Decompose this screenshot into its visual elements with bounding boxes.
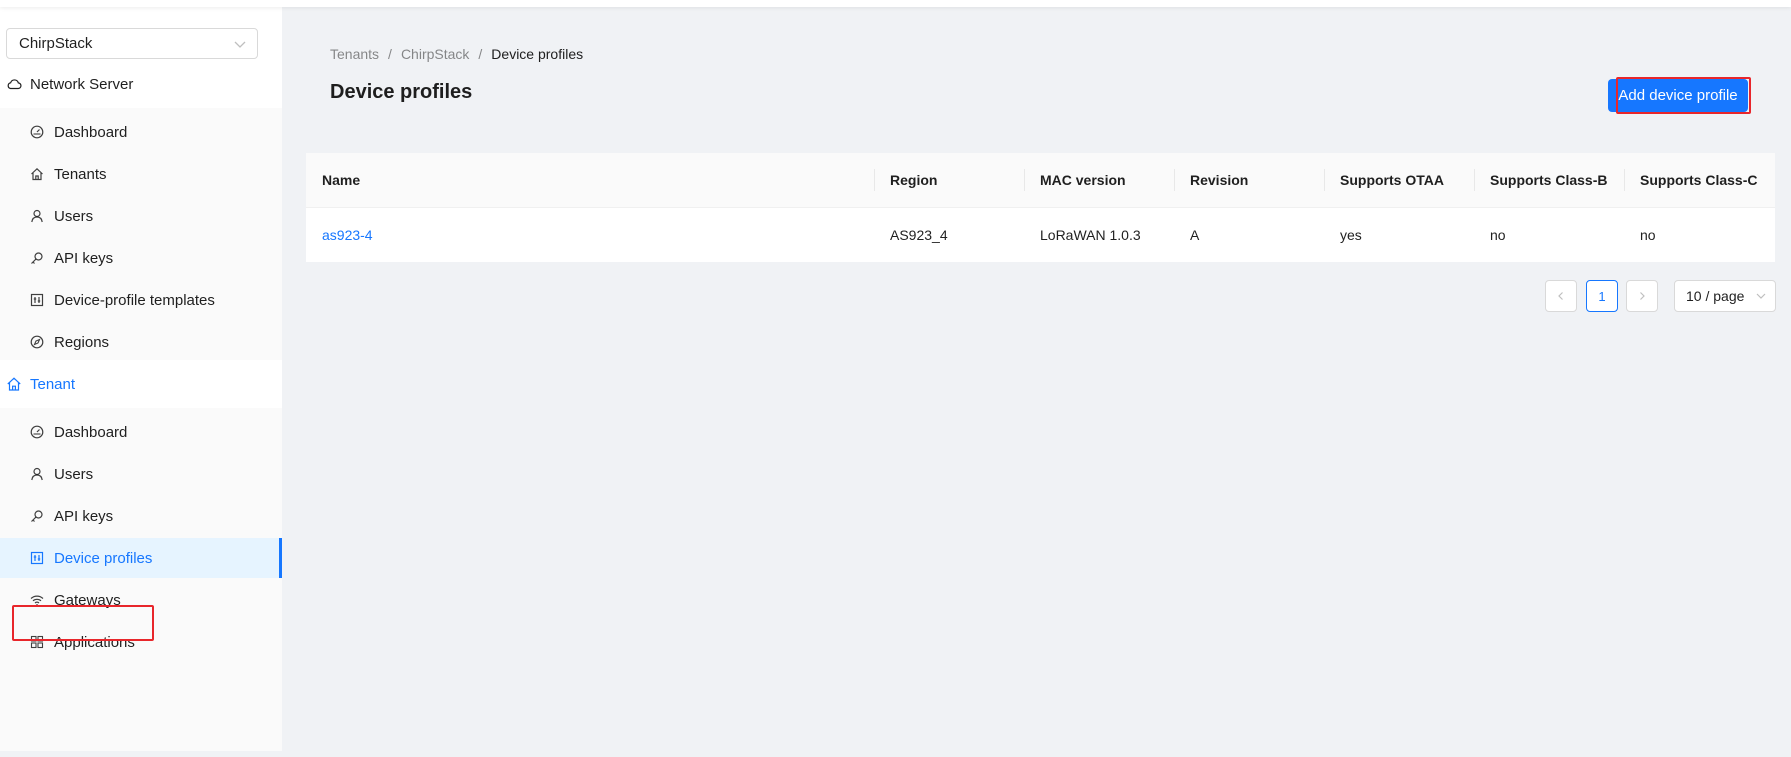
page-number-button[interactable]: 1: [1586, 280, 1618, 312]
sidebar-item-ns-device-profile-templates[interactable]: Device-profile templates: [0, 280, 282, 320]
column-header-region: Region: [874, 153, 1024, 207]
compass-icon: [30, 335, 44, 349]
cell-name: as923-4: [306, 208, 874, 262]
main-content: Tenants / ChirpStack / Device profiles D…: [282, 7, 1791, 757]
device-profile-link[interactable]: as923-4: [322, 227, 373, 243]
sidebar: ChirpStack Network Server Dashboard Tena…: [0, 7, 282, 751]
sidebar-item-label: Applications: [54, 633, 135, 651]
menu-group-label: Tenant: [30, 375, 76, 393]
breadcrumb-link-tenants[interactable]: Tenants: [330, 46, 379, 62]
sidebar-item-label: Dashboard: [54, 423, 128, 441]
sidebar-item-label: Tenants: [54, 165, 107, 183]
sidebar-item-ns-users[interactable]: Users: [0, 196, 282, 236]
chevron-down-icon: [1755, 290, 1767, 302]
sidebar-item-tenant-users[interactable]: Users: [0, 454, 282, 494]
menu-group-network-server[interactable]: Network Server: [0, 60, 282, 108]
sidebar-item-tenant-device-profiles[interactable]: Device profiles: [0, 538, 282, 578]
cell-mac-version: LoRaWAN 1.0.3: [1040, 227, 1141, 243]
table-header: Name Region MAC version Revision Support…: [306, 153, 1775, 208]
cell-region: AS923_4: [890, 227, 948, 243]
sidebar-item-tenant-api-keys[interactable]: API keys: [0, 496, 282, 536]
network-server-submenu: Dashboard Tenants Users API keys Device-…: [0, 108, 282, 360]
breadcrumb-link-chirpstack[interactable]: ChirpStack: [401, 46, 469, 62]
chevron-left-icon: [1556, 291, 1566, 301]
prev-page-button[interactable]: [1545, 280, 1577, 312]
control-icon: [30, 293, 44, 307]
top-header: [0, 0, 1791, 7]
tenant-submenu: Dashboard Users API keys Device profiles…: [0, 408, 282, 751]
column-header-supports-class-b: Supports Class-B: [1474, 153, 1624, 207]
appstore-icon: [30, 635, 44, 649]
column-header-name: Name: [322, 172, 361, 188]
breadcrumb: Tenants / ChirpStack / Device profiles: [330, 46, 583, 62]
sidebar-item-label: API keys: [54, 507, 114, 525]
column-header-supports-class-c: Supports Class-C: [1624, 153, 1775, 207]
sidebar-item-tenant-applications[interactable]: Applications: [0, 622, 282, 662]
sidebar-item-ns-regions[interactable]: Regions: [0, 322, 282, 362]
cell-supports-otaa: yes: [1340, 227, 1362, 243]
tenant-select[interactable]: ChirpStack: [6, 28, 258, 59]
page-size-select[interactable]: 10 / page: [1674, 280, 1776, 312]
page-title: Device profiles: [330, 81, 473, 103]
next-page-button[interactable]: [1626, 280, 1658, 312]
sidebar-item-tenant-gateways[interactable]: Gateways: [0, 580, 282, 620]
menu-group-label: Network Server: [30, 75, 134, 93]
user-icon: [30, 209, 44, 223]
add-device-profile-button[interactable]: Add device profile: [1608, 79, 1748, 112]
column-header-supports-otaa: Supports OTAA: [1324, 153, 1474, 207]
sidebar-item-tenant-dashboard[interactable]: Dashboard: [0, 412, 282, 452]
sidebar-item-label: Device-profile templates: [54, 291, 215, 309]
sidebar-item-ns-dashboard[interactable]: Dashboard: [0, 112, 282, 152]
sidebar-item-label: Users: [54, 207, 94, 225]
device-profiles-table: Name Region MAC version Revision Support…: [306, 153, 1775, 262]
cell-supports-class-c: no: [1640, 227, 1656, 243]
chevron-down-icon: [233, 37, 247, 51]
sidebar-item-label: Regions: [54, 333, 110, 351]
column-header-mac-version: MAC version: [1024, 153, 1174, 207]
home-icon: [30, 167, 44, 181]
sidebar-item-label: Users: [54, 465, 94, 483]
dashboard-icon: [30, 425, 44, 439]
sidebar-item-label: Dashboard: [54, 123, 128, 141]
sidebar-item-label: API keys: [54, 249, 114, 267]
dashboard-icon: [30, 125, 44, 139]
key-icon: [30, 251, 44, 265]
sidebar-item-ns-tenants[interactable]: Tenants: [0, 154, 282, 194]
breadcrumb-separator: /: [478, 46, 483, 62]
home-icon: [6, 376, 22, 392]
wifi-icon: [30, 593, 44, 607]
key-icon: [30, 509, 44, 523]
menu-group-tenant[interactable]: Tenant: [0, 360, 282, 408]
page-size-value: 10 / page: [1686, 288, 1745, 304]
table-row: as923-4 AS923_4 LoRaWAN 1.0.3 A yes no n…: [306, 208, 1775, 262]
cell-revision: A: [1190, 227, 1200, 243]
chevron-right-icon: [1637, 291, 1647, 301]
pagination: 1 10 / page: [282, 280, 1791, 312]
breadcrumb-current: Device profiles: [491, 46, 584, 62]
user-icon: [30, 467, 44, 481]
sidebar-item-ns-api-keys[interactable]: API keys: [0, 238, 282, 278]
cell-supports-class-b: no: [1490, 227, 1506, 243]
control-icon: [30, 551, 44, 565]
sidebar-item-label: Device profiles: [54, 549, 153, 567]
tenant-select-value: ChirpStack: [19, 35, 93, 52]
column-header-revision: Revision: [1174, 153, 1324, 207]
cloud-icon: [6, 76, 22, 92]
breadcrumb-separator: /: [388, 46, 392, 62]
sidebar-item-label: Gateways: [54, 591, 121, 609]
